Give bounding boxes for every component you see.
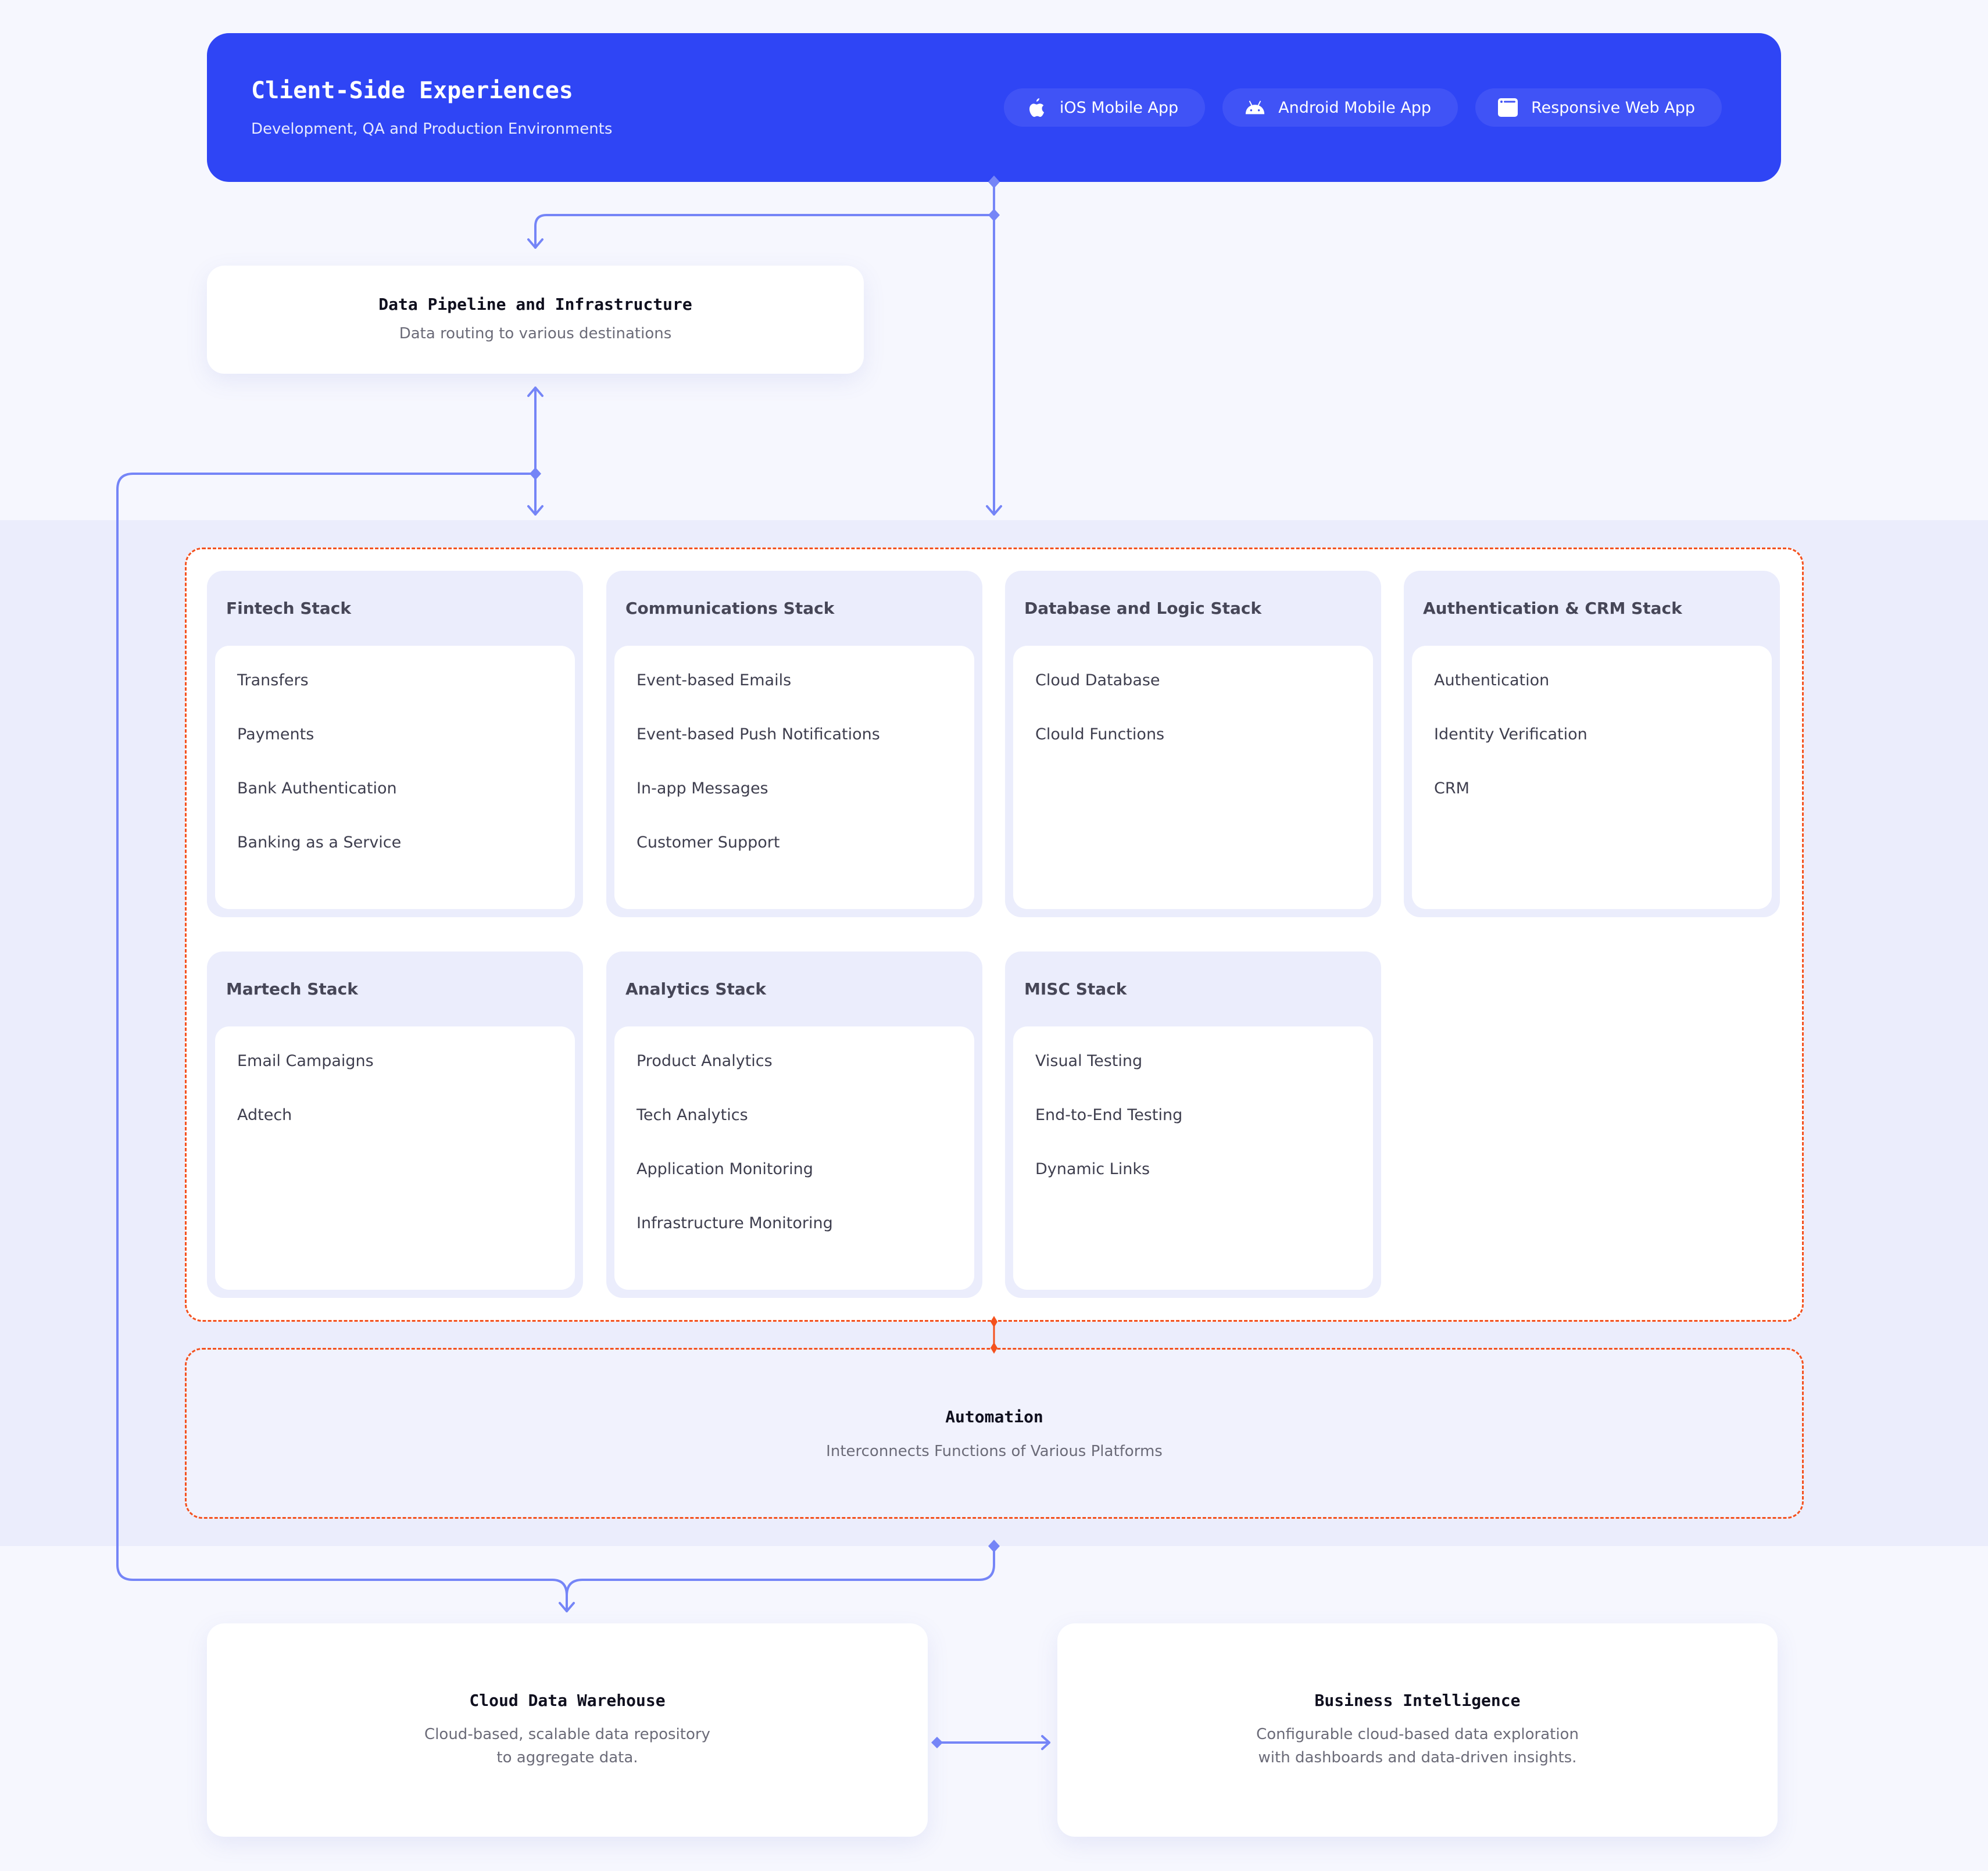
android-app-label: Android Mobile App bbox=[1278, 98, 1432, 117]
stack-fintech: Fintech Stack Transfers Payments Bank Au… bbox=[207, 571, 583, 917]
stack-item: In-app Messages bbox=[637, 779, 768, 797]
bi-title: Business Intelligence bbox=[1314, 1691, 1521, 1710]
stack-items: Product Analytics Tech Analytics Applica… bbox=[614, 1026, 974, 1290]
stack-title: Database and Logic Stack bbox=[1024, 599, 1262, 618]
stack-item: Banking as a Service bbox=[237, 833, 402, 852]
stack-title: Communications Stack bbox=[625, 599, 835, 618]
junction-diamond-icon bbox=[931, 1737, 943, 1748]
stack-item: Transfers bbox=[237, 671, 309, 689]
data-pipeline-title: Data Pipeline and Infrastructure bbox=[378, 294, 692, 314]
stack-item: Identity Verification bbox=[1434, 725, 1587, 743]
stack-item: Application Monitoring bbox=[637, 1160, 813, 1178]
client-subtitle: Development, QA and Production Environme… bbox=[251, 120, 613, 138]
stack-analytics: Analytics Stack Product Analytics Tech A… bbox=[606, 951, 982, 1298]
stack-item: Authentication bbox=[1434, 671, 1550, 689]
stack-title: Martech Stack bbox=[226, 979, 358, 999]
stack-title: Authentication & CRM Stack bbox=[1423, 599, 1682, 618]
stack-title: Analytics Stack bbox=[625, 979, 767, 999]
stack-item: Cloud Database bbox=[1035, 671, 1160, 689]
ios-app-pill[interactable]: iOS Mobile App bbox=[1003, 88, 1206, 127]
arrowhead-down-icon bbox=[527, 238, 544, 249]
ios-app-label: iOS Mobile App bbox=[1059, 98, 1179, 117]
stack-item: Product Analytics bbox=[637, 1052, 773, 1070]
data-pipeline-card: Data Pipeline and Infrastructure Data ro… bbox=[207, 266, 864, 374]
arrowhead-down-icon bbox=[559, 1602, 575, 1612]
stack-item: Event-based Push Notifications bbox=[637, 725, 880, 743]
bi-description: Configurable cloud-based data exploratio… bbox=[1256, 1726, 1579, 1766]
client-title: Client-Side Experiences bbox=[251, 77, 573, 104]
stack-misc: MISC Stack Visual Testing End-to-End Tes… bbox=[1005, 951, 1381, 1298]
junction-diamond-icon bbox=[530, 467, 541, 480]
stack-item: Tech Analytics bbox=[637, 1106, 748, 1124]
connector-client-to-pipeline bbox=[534, 214, 995, 249]
android-app-pill[interactable]: Android Mobile App bbox=[1222, 88, 1458, 127]
stack-item: Bank Authentication bbox=[237, 779, 397, 797]
arrowhead-up-icon bbox=[527, 387, 544, 397]
connector-automation-to-warehouse bbox=[566, 1545, 995, 1612]
apple-icon bbox=[1026, 97, 1047, 118]
stack-items: Authentication Identity Verification CRM bbox=[1412, 646, 1772, 909]
stack-item: End-to-End Testing bbox=[1035, 1106, 1183, 1124]
automation-description: Interconnects Functions of Various Platf… bbox=[826, 1442, 1163, 1460]
junction-diamond-icon bbox=[988, 209, 1000, 221]
web-app-pill[interactable]: Responsive Web App bbox=[1475, 88, 1722, 127]
stack-item: Dynamic Links bbox=[1035, 1160, 1150, 1178]
stack-item: CRM bbox=[1434, 779, 1469, 797]
stack-items: Visual Testing End-to-End Testing Dynami… bbox=[1013, 1026, 1373, 1290]
arrowhead-down-icon bbox=[986, 505, 1002, 516]
android-icon bbox=[1245, 97, 1265, 118]
automation-panel: Automation Interconnects Functions of Va… bbox=[185, 1348, 1804, 1519]
stack-items: Transfers Payments Bank Authentication B… bbox=[215, 646, 575, 909]
stack-item: Infrastructure Monitoring bbox=[637, 1214, 833, 1232]
app-pills: iOS Mobile App Android Mobile App Respon… bbox=[1003, 88, 1722, 127]
web-app-label: Responsive Web App bbox=[1531, 98, 1695, 117]
stack-authentication-crm: Authentication & CRM Stack Authenticatio… bbox=[1404, 571, 1780, 917]
stack-items: Event-based Emails Event-based Push Noti… bbox=[614, 646, 974, 909]
stack-database-logic: Database and Logic Stack Cloud Database … bbox=[1005, 571, 1381, 917]
stack-item: Clould Functions bbox=[1035, 725, 1165, 743]
stack-items: Email Campaigns Adtech bbox=[215, 1026, 575, 1290]
warehouse-title: Cloud Data Warehouse bbox=[469, 1691, 666, 1710]
stack-item: Visual Testing bbox=[1035, 1052, 1143, 1070]
stack-item: Customer Support bbox=[637, 833, 780, 852]
stack-martech: Martech Stack Email Campaigns Adtech bbox=[207, 951, 583, 1298]
warehouse-description: Cloud-based, scalable data repository to… bbox=[424, 1726, 710, 1766]
client-side-experiences-panel: Client-Side Experiences Development, QA … bbox=[207, 33, 1781, 182]
stack-items: Cloud Database Clould Functions bbox=[1013, 646, 1373, 909]
automation-title: Automation bbox=[945, 1407, 1043, 1426]
stack-item: Adtech bbox=[237, 1106, 292, 1124]
stack-title: Fintech Stack bbox=[226, 599, 351, 618]
stack-item: Payments bbox=[237, 725, 314, 743]
stack-title: MISC Stack bbox=[1024, 979, 1127, 999]
arrowhead-right-icon bbox=[1041, 1735, 1050, 1750]
stack-communications: Communications Stack Event-based Emails … bbox=[606, 571, 982, 917]
data-pipeline-description: Data routing to various destinations bbox=[399, 324, 672, 342]
stack-item: Event-based Emails bbox=[637, 671, 792, 689]
cloud-data-warehouse-card: Cloud Data Warehouse Cloud-based, scalab… bbox=[207, 1623, 928, 1837]
stack-item: Email Campaigns bbox=[237, 1052, 374, 1070]
browser-window-icon bbox=[1497, 97, 1518, 118]
arrowhead-down-icon bbox=[527, 505, 544, 516]
business-intelligence-card: Business Intelligence Configurable cloud… bbox=[1057, 1623, 1778, 1837]
